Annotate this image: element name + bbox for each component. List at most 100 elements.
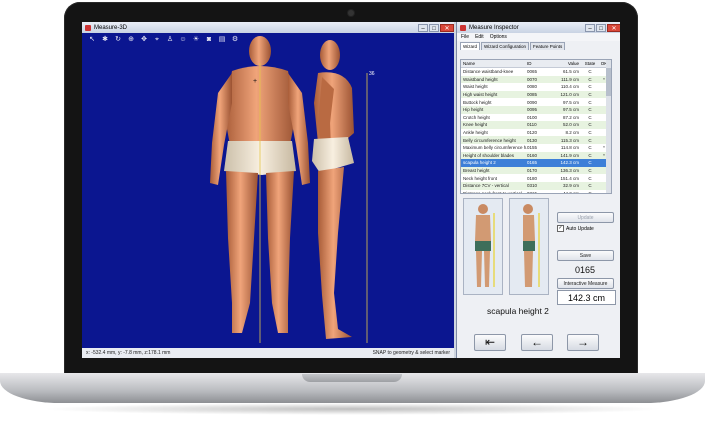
- table-row[interactable]: Breast height 0170 136.3 cm C: [461, 166, 611, 175]
- table-row[interactable]: Knee height 0110 52.0 cm C: [461, 121, 611, 129]
- cell-state: C: [588, 122, 592, 128]
- table-scrollbar[interactable]: [606, 60, 611, 193]
- laptop-shadow: [40, 403, 665, 415]
- body-icon[interactable]: ♙: [166, 36, 174, 44]
- menu-file[interactable]: File: [461, 34, 469, 40]
- cell-name: Neck height front: [463, 175, 498, 181]
- minimize-button[interactable]: –: [418, 23, 428, 32]
- scrollbar-thumb[interactable]: [606, 68, 611, 96]
- first-button[interactable]: ⇤: [474, 334, 506, 351]
- next-button[interactable]: →: [567, 334, 599, 351]
- measure-inspector-window: Measure Inspector – □ ✕ File Edit Option…: [456, 22, 620, 358]
- marker-icon[interactable]: ⌖: [153, 36, 161, 44]
- tab-feature-points[interactable]: Feature Points: [530, 42, 566, 50]
- menu-bar: File Edit Options: [457, 33, 620, 41]
- cell-state: C: [588, 114, 592, 120]
- table-row[interactable]: Neck height front 0180 151.4 cm C: [461, 174, 611, 182]
- cell-state: C: [588, 69, 592, 75]
- pointer-icon[interactable]: ↖: [88, 36, 96, 44]
- close-button[interactable]: ✕: [607, 23, 620, 32]
- table-row[interactable]: Ankle height 0120 8.2 cm C: [461, 129, 611, 137]
- cell-id: 0110: [527, 122, 537, 128]
- cell-name: Ankle height: [463, 130, 488, 136]
- cell-id: 0170: [527, 168, 538, 174]
- column-id[interactable]: ID: [527, 61, 549, 66]
- current-measure-value: 142.3 cm: [557, 290, 616, 305]
- cell-state: C: [588, 137, 592, 143]
- front-figure-graphic: [475, 204, 495, 287]
- cell-id: 0130: [527, 137, 538, 143]
- table-row[interactable]: scapula height 2 0165 142.3 cm C: [461, 159, 611, 167]
- cell-value: 136.3 cm: [560, 168, 579, 174]
- cell-id: 0090: [527, 99, 538, 105]
- interactive-measure-button[interactable]: Interactive Measure: [557, 278, 614, 289]
- table-header: Name ID Value State OK: [461, 60, 611, 68]
- cell-id: 0080: [527, 84, 538, 90]
- table-row[interactable]: Waistband height 0070 111.9 cm C *: [461, 75, 611, 84]
- cell-state: C: [588, 107, 592, 113]
- status-coordinates: x: -532.4 mm, y: -7.8 mm, z:178.1 mm: [86, 350, 171, 356]
- tab-wizard-configuration[interactable]: Wizard Configuration: [481, 42, 530, 50]
- auto-update-checkbox[interactable]: ✓ Auto Update: [557, 225, 594, 232]
- table-row[interactable]: Buttock height 0090 97.5 cm C: [461, 98, 611, 106]
- tab-bar: Wizard Wizard Configuration Feature Poin…: [457, 42, 620, 50]
- body-scan-render: +: [210, 36, 368, 343]
- zoom-icon[interactable]: ⊕: [127, 36, 135, 44]
- window-title: Measure-3D: [94, 24, 128, 31]
- maximize-button[interactable]: □: [596, 23, 606, 32]
- 3d-viewport[interactable]: + 36 ↖ ✱ ↻ ⊕ ✥ ⌖ ♙ ☺ ☀ ◙ ▤ ⚙: [82, 33, 454, 348]
- light-icon[interactable]: ☀: [192, 36, 200, 44]
- head-icon[interactable]: ☺: [179, 36, 187, 44]
- table-row[interactable]: Distance 7CV - vertical 0310 32.9 cm C: [461, 181, 611, 190]
- auto-update-label: Auto Update: [566, 225, 594, 232]
- cell-state: C: [588, 84, 592, 90]
- rotate-icon[interactable]: ↻: [114, 36, 122, 44]
- settings-icon[interactable]: ⚙: [231, 36, 239, 44]
- maximize-button[interactable]: □: [429, 23, 439, 32]
- cell-value: 87.2 cm: [562, 114, 579, 120]
- inspector-title: Measure Inspector: [469, 24, 519, 31]
- table-row[interactable]: High waist height 0085 121.0 cm C: [461, 90, 611, 99]
- table-row[interactable]: Distance waistband-knee 0065 61.5 cm C: [461, 68, 611, 76]
- previous-button[interactable]: ←: [521, 334, 553, 351]
- table-row[interactable]: Maximum belly circumference h... 0155 114.…: [461, 144, 611, 152]
- menu-edit[interactable]: Edit: [475, 34, 484, 40]
- measure-3d-titlebar: Measure-3D – □ ✕: [82, 22, 454, 33]
- table-row[interactable]: Distance neck front to vertical 0315 44.2 …: [461, 190, 611, 193]
- cell-value: 121.0 cm: [560, 92, 579, 98]
- menu-options[interactable]: Options: [490, 34, 507, 40]
- table-row[interactable]: Waist height 0080 110.4 cm C: [461, 83, 611, 91]
- cell-state: C: [588, 183, 592, 189]
- camera-icon[interactable]: ◙: [205, 36, 213, 44]
- screen: Measure-3D – □ ✕ + 36 ↖ ✱ ↻ ⊕ ✥ ⌖ ♙ ☺ ☀ …: [82, 22, 620, 358]
- column-name[interactable]: Name: [461, 61, 527, 66]
- tab-wizard[interactable]: Wizard: [460, 42, 481, 50]
- 3d-toolbar: ↖ ✱ ↻ ⊕ ✥ ⌖ ♙ ☺ ☀ ◙ ▤ ⚙: [88, 36, 239, 44]
- cell-name: Crotch height: [463, 114, 490, 120]
- cell-name: High waist height: [463, 92, 498, 98]
- cell-state: C: [588, 99, 592, 105]
- cell-state: C: [588, 175, 592, 181]
- table-row[interactable]: Crotch height 0100 87.2 cm C: [461, 114, 611, 122]
- pan-icon[interactable]: ✥: [140, 36, 148, 44]
- star-icon[interactable]: ✱: [101, 36, 109, 44]
- save-button[interactable]: Save: [557, 250, 614, 261]
- preview-side-figure: [509, 198, 549, 295]
- checkbox-box[interactable]: ✓: [557, 225, 564, 232]
- table-row[interactable]: Height of shoulder blades 0160 141.9 cm C *: [461, 151, 611, 160]
- table-row[interactable]: Hip height 0095 97.5 cm C: [461, 105, 611, 114]
- column-value[interactable]: Value: [549, 61, 581, 66]
- update-button[interactable]: Update: [557, 212, 614, 223]
- cell-name: Waistband height: [463, 76, 498, 82]
- column-state[interactable]: State: [581, 61, 599, 66]
- close-button[interactable]: ✕: [440, 23, 454, 32]
- app-icon: [460, 24, 466, 31]
- print-icon[interactable]: ▤: [218, 36, 226, 44]
- cell-state: C: [588, 76, 592, 82]
- cell-name: Distance waistband-knee: [463, 69, 514, 75]
- current-measure-name: scapula height 2: [487, 306, 549, 316]
- table-body: Distance waistband-knee 0065 61.5 cm C Waist…: [461, 68, 611, 193]
- cell-value: 52.0 cm: [562, 122, 579, 128]
- minimize-button[interactable]: –: [585, 23, 595, 32]
- table-row[interactable]: Belly circumference height 0130 115.3 cm C: [461, 136, 611, 144]
